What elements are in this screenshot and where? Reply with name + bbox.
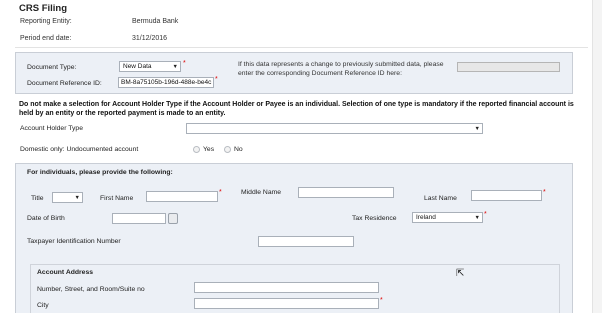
title-select[interactable]: ▼ <box>52 192 83 203</box>
calendar-icon[interactable] <box>168 213 178 224</box>
domestic-yes-radio[interactable] <box>193 146 200 153</box>
chevron-down-icon: ▼ <box>474 215 480 221</box>
tax-residence-value: Ireland <box>416 214 436 221</box>
domestic-no-label: No <box>234 146 243 153</box>
required-asterisk: * <box>219 189 222 196</box>
last-name-label: Last Name <box>424 195 457 202</box>
tin-label: Taxpayer Identification Number <box>27 238 121 245</box>
page-title: CRS Filing <box>19 3 68 14</box>
middle-name-input[interactable] <box>298 187 394 198</box>
domestic-label: Domestic only: Undocumented account <box>20 146 139 153</box>
chevron-down-icon: ▼ <box>474 126 480 132</box>
city-input[interactable] <box>194 298 379 309</box>
address-heading: Account Address <box>37 269 94 276</box>
page-scrollbar[interactable] <box>592 0 602 313</box>
title-label: Title <box>31 195 44 202</box>
required-asterisk: * <box>215 76 218 83</box>
required-asterisk: * <box>543 189 546 196</box>
street-label: Number, Street, and Room/Suite no <box>37 286 145 293</box>
document-type-select[interactable]: New Data ▼ <box>119 61 181 72</box>
reporting-entity-label: Reporting Entity: <box>20 18 72 25</box>
domestic-yes-label: Yes <box>203 146 215 153</box>
street-input[interactable] <box>194 282 379 293</box>
chevron-down-icon: ▼ <box>74 195 80 201</box>
header-divider <box>15 47 588 48</box>
tax-residence-select[interactable]: Ireland ▼ <box>412 212 483 223</box>
mouse-cursor-icon: ⇱ <box>456 268 465 279</box>
document-ref-label: Document Reference ID: <box>27 80 102 87</box>
city-label: City <box>37 302 49 309</box>
first-name-label: First Name <box>100 195 134 202</box>
holder-type-select[interactable]: ▼ <box>186 123 483 134</box>
tax-residence-label: Tax Residence <box>352 215 397 222</box>
holder-type-label: Account Holder Type <box>20 125 83 132</box>
document-type-value: New Data <box>123 63 152 70</box>
dob-input[interactable] <box>112 213 166 224</box>
individual-heading: For individuals, please provide the foll… <box>27 169 173 176</box>
first-name-input[interactable] <box>146 191 218 202</box>
domestic-no-radio[interactable] <box>224 146 231 153</box>
last-name-input[interactable] <box>471 190 542 201</box>
required-asterisk: * <box>183 60 186 67</box>
period-end-label: Period end date: <box>20 35 72 42</box>
period-end-value: 31/12/2016 <box>132 35 168 42</box>
chevron-down-icon: ▼ <box>172 64 178 70</box>
middle-name-label: Middle Name <box>241 189 282 196</box>
document-type-label: Document Type: <box>27 64 77 71</box>
holder-instruction: Do not make a selection for Account Hold… <box>19 101 574 117</box>
dob-label: Date of Birth <box>27 215 65 222</box>
reporting-entity-value: Bermuda Bank <box>132 18 179 25</box>
required-asterisk: * <box>484 211 487 218</box>
required-asterisk: * <box>380 297 383 304</box>
corr-doc-ref-input <box>457 62 560 72</box>
document-ref-input[interactable]: BM-8a75105b-196d-488e-be4c <box>118 77 214 88</box>
change-note: If this data represents a change to prev… <box>238 61 444 77</box>
tin-input[interactable] <box>258 236 354 247</box>
